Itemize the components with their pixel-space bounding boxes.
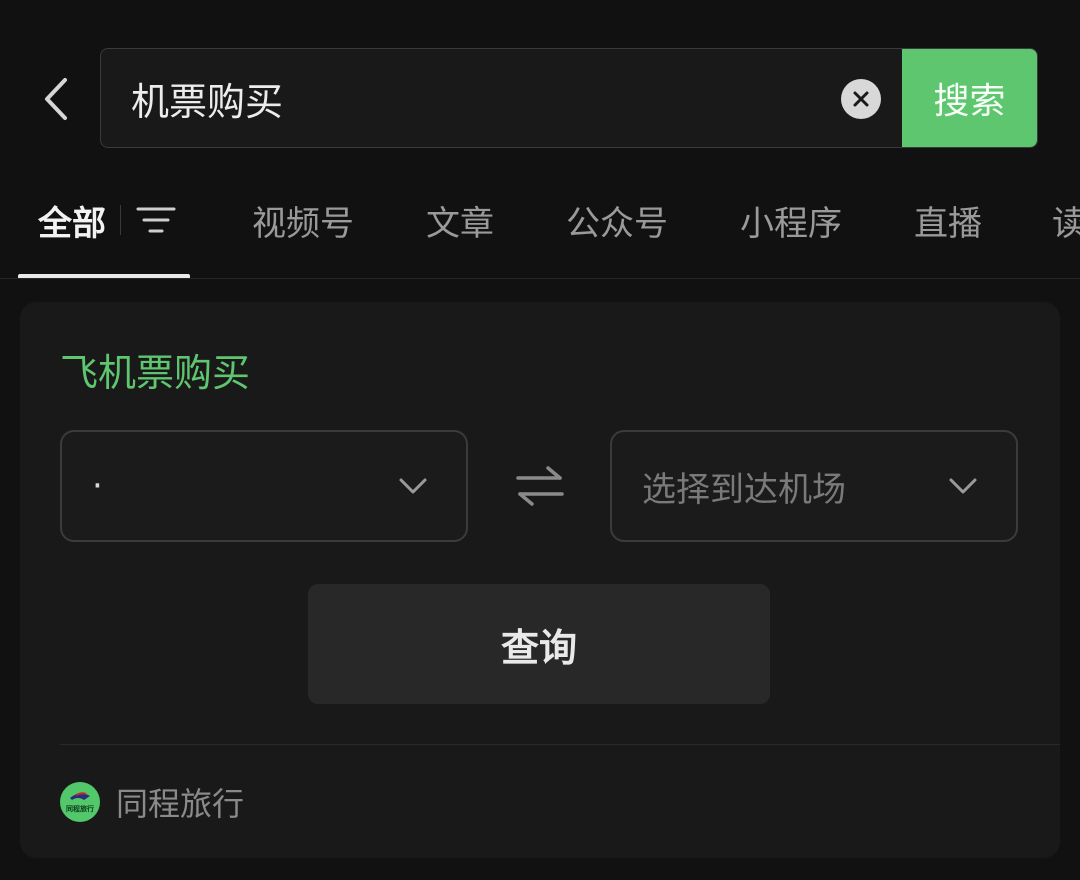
clear-button[interactable] — [841, 79, 881, 119]
departure-airport-value: · — [92, 466, 103, 506]
provider-link[interactable]: 同程旅行 同程旅行 — [60, 780, 244, 824]
query-button[interactable]: 查询 — [308, 584, 770, 704]
chevron-down-icon — [399, 478, 427, 494]
arrival-airport-placeholder: 选择到达机场 — [642, 469, 846, 510]
tab-live[interactable]: 直播 — [914, 178, 982, 262]
chevron-down-icon — [949, 478, 977, 494]
tab-official-accounts[interactable]: 公众号 — [566, 178, 668, 262]
card-title[interactable]: 飞机票购买 — [60, 342, 250, 397]
provider-logo-text: 同程旅行 — [66, 805, 94, 813]
filter-icon[interactable] — [136, 203, 176, 237]
category-tabs: 全部 视频号 文章 公众号 小程序 直播 读 — [0, 178, 1080, 279]
search-results-page: 搜索 全部 视频号 文章 公众号 小程序 直播 读 飞机票购买 · — [0, 0, 1080, 880]
tab-channels[interactable]: 视频号 — [252, 178, 354, 262]
chevron-left-icon — [45, 78, 67, 120]
card-divider — [60, 744, 1060, 745]
tab-all[interactable]: 全部 — [38, 178, 106, 262]
provider-logo: 同程旅行 — [60, 782, 100, 822]
tab-articles[interactable]: 文章 — [426, 178, 494, 262]
tab-read[interactable]: 读 — [1052, 178, 1080, 262]
tab-divider — [120, 205, 121, 235]
arrival-airport-select[interactable]: 选择到达机场 — [610, 430, 1018, 542]
swap-icon[interactable] — [514, 465, 566, 507]
search-button[interactable]: 搜索 — [902, 49, 1037, 147]
tab-mini-programs[interactable]: 小程序 — [740, 178, 842, 262]
active-tab-indicator — [18, 274, 190, 278]
clear-icon — [853, 91, 869, 107]
provider-name: 同程旅行 — [116, 785, 245, 823]
back-button[interactable] — [28, 66, 84, 132]
search-input[interactable] — [131, 49, 821, 147]
flight-booking-card: 飞机票购买 · 选择到达机场 查询 同程旅行 同程旅行 — [20, 302, 1060, 858]
departure-airport-select[interactable]: · — [60, 430, 468, 542]
search-bar: 搜索 — [100, 48, 1038, 148]
